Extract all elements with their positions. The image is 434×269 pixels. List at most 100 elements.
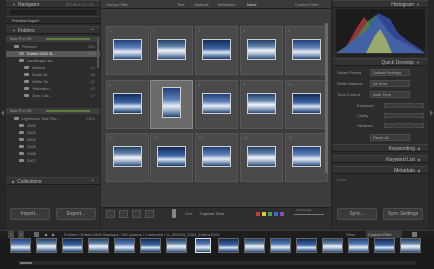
filmstrip-thumbnail[interactable] xyxy=(36,238,57,253)
folder-row[interactable]: Lightroom Test Pho... 2808 xyxy=(6,116,100,122)
grid-cell[interactable]: 9 xyxy=(240,80,283,129)
grid-cell[interactable]: 13 xyxy=(195,133,238,182)
filmstrip-thumbnail[interactable] xyxy=(10,238,31,253)
folder-row[interactable]: South Af... 88 xyxy=(6,72,100,78)
filmstrip-thumbnail[interactable] xyxy=(62,238,83,253)
survey-view-icon[interactable] xyxy=(145,210,154,218)
folder-row[interactable]: 2005 xyxy=(6,144,100,150)
right-panel-toggle-icon[interactable] xyxy=(430,110,433,116)
filmstrip-thumbnail[interactable] xyxy=(114,238,135,253)
grid-cell[interactable]: 11 xyxy=(106,133,149,182)
folder-row[interactable]: Yellowsto... 42 xyxy=(6,86,100,92)
left-panel-toggle-icon[interactable] xyxy=(1,110,4,116)
folders-header[interactable]: ▼ Folders + xyxy=(6,26,100,34)
filter-tab-none[interactable]: None xyxy=(247,0,257,9)
folder-row[interactable]: 2003 xyxy=(6,130,100,136)
auto-tone-button[interactable]: Auto Tone xyxy=(370,91,410,98)
filmstrip-thumbnail[interactable] xyxy=(296,238,317,253)
forward-arrow-icon[interactable]: ▶ xyxy=(52,231,55,238)
filmstrip-scroll-thumb[interactable] xyxy=(20,262,32,264)
adjust-buttons[interactable] xyxy=(384,113,424,119)
filter-select[interactable]: Custom Filter xyxy=(366,231,402,238)
volume-bar-2[interactable]: Mac Pro HD xyxy=(6,108,100,114)
filmstrip-thumbnail[interactable] xyxy=(218,238,239,253)
color-label-swatch[interactable] xyxy=(268,212,272,216)
add-collection-icon[interactable]: + xyxy=(91,178,94,185)
folders-scrollbar[interactable] xyxy=(97,38,99,68)
folder-row[interactable]: Edited DNG B... 320 xyxy=(6,51,100,57)
grid-cell[interactable]: 2 xyxy=(150,26,193,75)
collections-header[interactable]: ▶ Collections + xyxy=(6,177,100,185)
import-button[interactable]: Import... xyxy=(10,208,50,220)
grid-cell[interactable]: 8 xyxy=(195,80,238,129)
volume-bar[interactable]: Mac Pro HD xyxy=(6,36,100,42)
filmstrip-scrollbar[interactable] xyxy=(18,261,416,265)
grid-small-icon[interactable] xyxy=(34,232,39,237)
adjust-step-button[interactable] xyxy=(414,123,424,128)
filter-tab-attribute[interactable]: Attribute xyxy=(194,0,209,9)
folder-row[interactable]: Zion, Lak... 17 xyxy=(6,93,100,99)
keywording-header[interactable]: Keywording ◀ xyxy=(333,144,428,152)
folder-row[interactable]: 2007 xyxy=(6,158,100,164)
grid-cell[interactable]: 7 xyxy=(150,80,193,129)
navigator-zoom-options[interactable]: FIT FILL 1:1 3:1 xyxy=(66,1,94,8)
folder-row[interactable]: 2004 xyxy=(6,137,100,143)
color-label-swatch[interactable] xyxy=(256,212,260,216)
color-label-swatch[interactable] xyxy=(280,212,284,216)
grid-cell[interactable]: 12 xyxy=(150,133,193,182)
filmstrip-thumbnail[interactable] xyxy=(374,238,395,253)
thumbnail-size-slider[interactable] xyxy=(294,214,324,215)
page-1-button[interactable]: 1 xyxy=(8,231,15,238)
filmstrip-thumbnail[interactable] xyxy=(400,238,421,253)
histogram-header[interactable]: Histogram ▼ xyxy=(333,0,428,8)
filmstrip-thumbnail[interactable] xyxy=(244,238,265,253)
grid-cell[interactable]: 14 xyxy=(240,133,283,182)
adjust-step-button[interactable] xyxy=(384,123,394,128)
adjust-step-button[interactable] xyxy=(414,103,424,108)
sync-settings-button[interactable]: Sync Settings xyxy=(383,208,423,220)
reset-all-button[interactable]: Reset All xyxy=(370,134,410,141)
filmstrip-thumbnail[interactable] xyxy=(195,238,211,253)
keyword-list-header[interactable]: Keyword List ◀ xyxy=(333,155,428,163)
navigator-header[interactable]: ▼ Navigator FIT FILL 1:1 3:1 xyxy=(6,0,100,8)
grid-cell[interactable]: 3 xyxy=(195,26,238,75)
sync-button[interactable]: Sync... xyxy=(337,208,377,220)
color-label-swatch[interactable] xyxy=(274,212,278,216)
folder-row[interactable]: Landscape an... xyxy=(6,58,100,64)
filmstrip-thumbnail[interactable] xyxy=(270,238,291,253)
filmstrip-thumbnail[interactable] xyxy=(140,238,161,253)
adjust-step-button[interactable] xyxy=(384,103,394,108)
grid-view-icon[interactable] xyxy=(106,210,115,218)
adjust-buttons[interactable] xyxy=(384,123,424,129)
navigator-preview[interactable] xyxy=(10,10,96,15)
metadata-preset[interactable]: Default xyxy=(337,178,347,182)
adjust-buttons[interactable] xyxy=(384,103,424,109)
filter-preset-select[interactable]: Custom Filter xyxy=(295,0,319,9)
filter-tab-text[interactable]: Text xyxy=(177,0,184,9)
white-balance-select[interactable]: As Shot xyxy=(370,80,410,87)
grid-cell[interactable]: 5 xyxy=(285,26,328,75)
page-2-button[interactable]: 2 xyxy=(18,231,25,238)
grid-cell[interactable]: 6 xyxy=(106,80,149,129)
sort-select[interactable]: Capture Time xyxy=(200,211,224,216)
filter-tab-metadata[interactable]: Metadata xyxy=(218,0,235,9)
adjust-step-button[interactable] xyxy=(394,103,404,108)
adjust-step-button[interactable] xyxy=(414,113,424,118)
grid-cell[interactable]: 15 xyxy=(285,133,328,182)
folder-row[interactable]: White Su... 52 xyxy=(6,79,100,85)
folder-row[interactable]: Iceland 42 xyxy=(6,65,100,71)
filmstrip-thumbnail[interactable] xyxy=(166,238,187,253)
add-folder-icon[interactable]: + xyxy=(91,27,94,34)
folder-row[interactable]: 2006 xyxy=(6,151,100,157)
metadata-header[interactable]: Metadata ◀ xyxy=(333,166,428,174)
preview-import-bar[interactable]: Preview Import xyxy=(6,16,100,24)
filmstrip-thumbnail[interactable] xyxy=(322,238,343,253)
export-button[interactable]: Export... xyxy=(56,208,96,220)
adjust-step-button[interactable] xyxy=(404,113,414,118)
grid-cell[interactable]: 4 xyxy=(240,26,283,75)
filmstrip-thumbnail[interactable] xyxy=(88,238,109,253)
loupe-view-icon[interactable] xyxy=(119,210,128,218)
folder-row[interactable]: Pictures 892 xyxy=(6,44,100,50)
adjust-step-button[interactable] xyxy=(384,113,394,118)
back-arrow-icon[interactable]: ◀ xyxy=(44,231,47,238)
